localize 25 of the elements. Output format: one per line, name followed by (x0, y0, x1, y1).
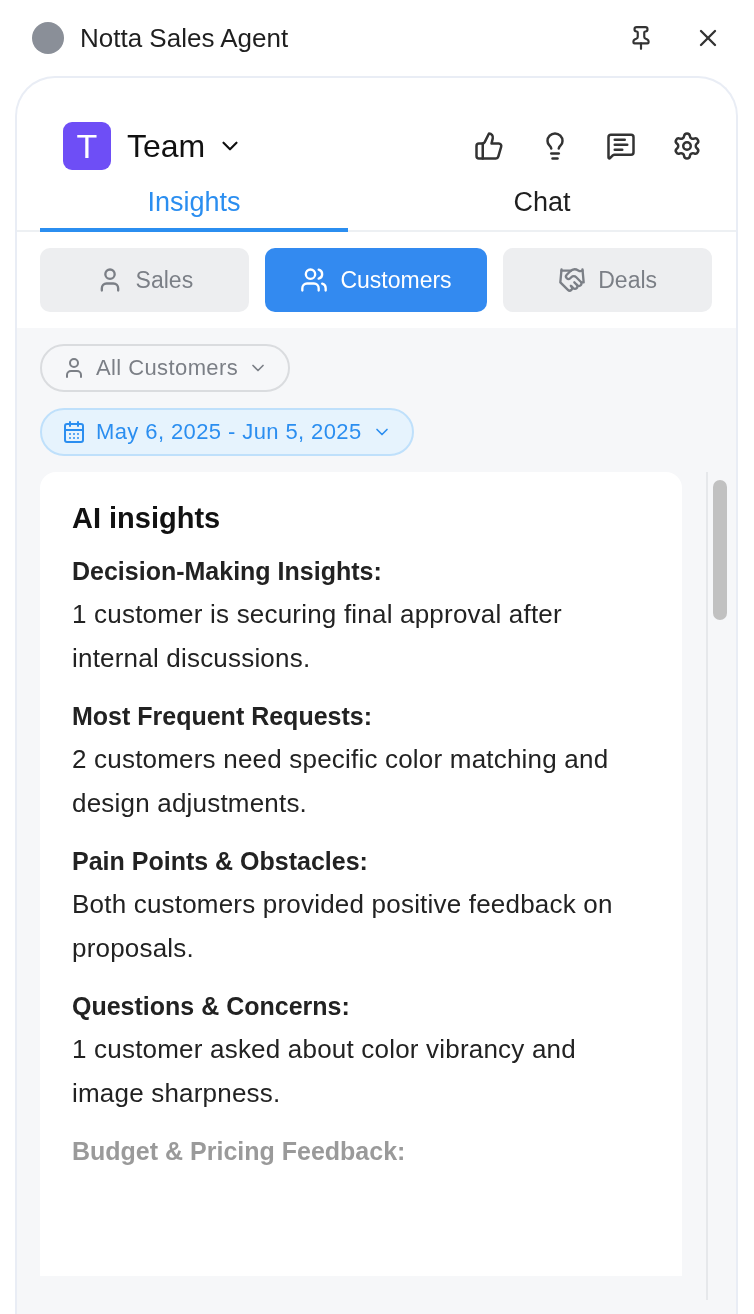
section-text: 1 customer is securing final approval after internal discussions. (72, 598, 563, 675)
section-heading: Decision-Making Insights: (72, 557, 383, 586)
handshake-icon (558, 266, 587, 294)
card-title: AI insights (72, 502, 222, 535)
tab[interactable]: Chat (348, 180, 736, 232)
workspace-dropdown[interactable]: Team (127, 127, 470, 165)
filter-dropdown[interactable]: May 6, 2025 - Jun 5, 2025 (40, 408, 414, 456)
section-heading: Questions & Concerns: (72, 992, 351, 1021)
workspace-logo: T (63, 122, 111, 170)
section-heading: Pain Points & Obstacles: (72, 847, 369, 876)
segment-button[interactable]: Sales (40, 248, 249, 312)
people-icon (300, 266, 329, 294)
window-title: Notta Sales Agent (80, 22, 290, 54)
calendar-icon (62, 420, 86, 444)
section-text: 2 customers need specific color matching and design adjustments. (72, 743, 610, 820)
scrollbar-thumb[interactable] (713, 480, 727, 620)
tab[interactable]: Insights (40, 180, 348, 232)
section-text: 1 customer asked about color vibrancy and image sharpness. (72, 1033, 577, 1110)
section-heading: Most Frequent Requests: (72, 702, 374, 731)
avatar (32, 22, 64, 54)
filter-dropdown[interactable]: All Customers (40, 344, 291, 392)
section-heading: Budget & Pricing Feedback: (72, 1137, 407, 1166)
section-text: Both customers provided positive feedback on proposals. (72, 888, 614, 965)
segment-button[interactable]: Deals (503, 248, 712, 312)
segment-button[interactable]: Customers (264, 248, 488, 312)
